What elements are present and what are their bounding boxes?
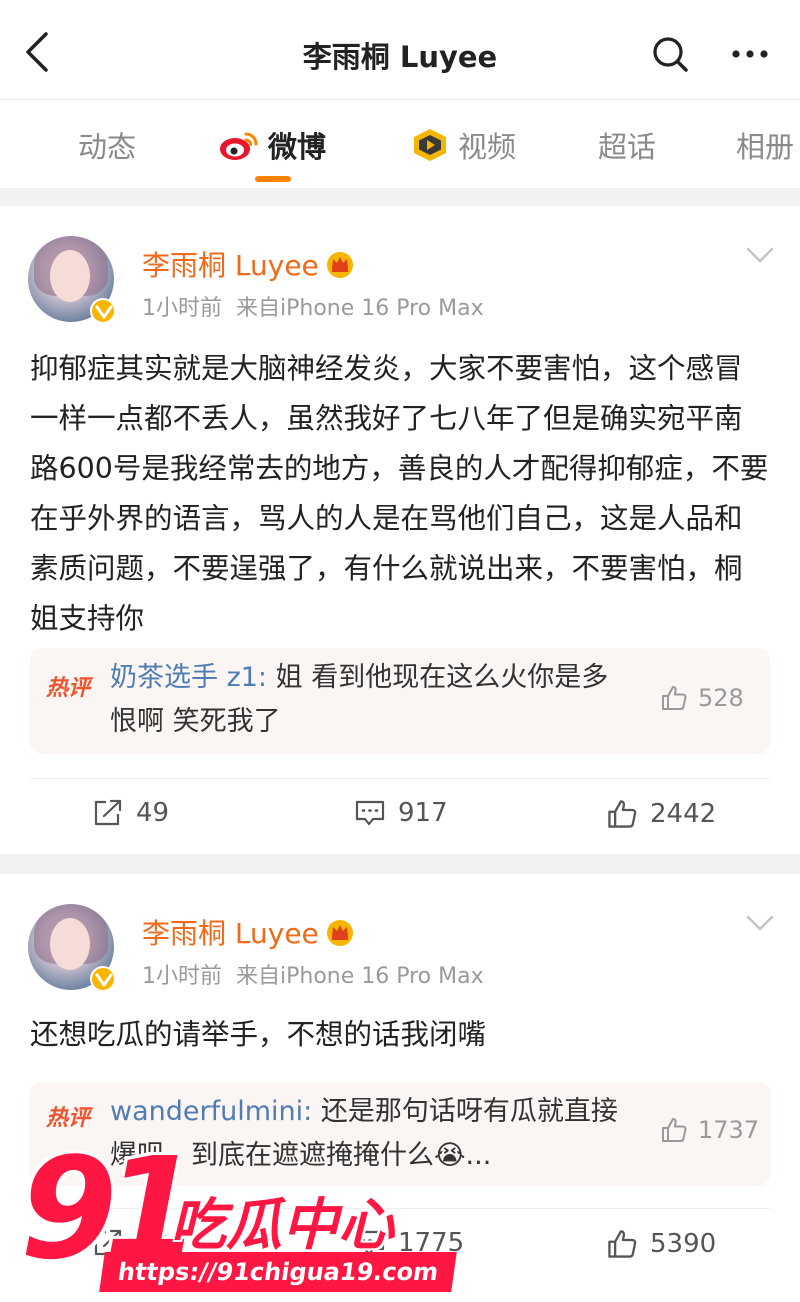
tab-label: 视频 <box>458 130 517 164</box>
post-meta: 1小时前 来自iPhone 16 Pro Max <box>142 290 484 322</box>
post-meta: 1小时前 来自iPhone 16 Pro Max <box>142 958 484 990</box>
like-button[interactable]: 5390 <box>606 1228 716 1260</box>
more-options-icon[interactable] <box>730 40 770 68</box>
tab-label: 超话 <box>598 130 657 164</box>
like-button[interactable]: 2442 <box>606 798 716 830</box>
hot-comment-like-count: 528 <box>698 684 744 712</box>
tab-label: 微博 <box>268 130 327 164</box>
post-author[interactable]: 李雨桐 Luyee <box>142 912 355 952</box>
post-content: 抑郁症其实就是大脑神经发炎，大家不要害怕，这个感冒一样一点都不丢人，虽然我好了七… <box>30 352 769 635</box>
verified-badge-icon <box>90 966 116 992</box>
watermark: 91 吃瓜中心 https://91chigua19.com <box>20 1140 458 1300</box>
tab-dynamic[interactable]: 动态 <box>78 124 136 166</box>
crown-icon <box>326 920 353 946</box>
hot-comment-like-count: 1737 <box>698 1116 760 1144</box>
hot-comment-user[interactable]: wanderfulmini: <box>110 1096 312 1127</box>
tab-supertopic[interactable]: 超话 <box>598 124 656 166</box>
tab-weibo[interactable]: 微博 <box>218 124 326 166</box>
tab-label: 动态 <box>78 130 137 164</box>
active-tab-indicator <box>255 176 291 182</box>
thumbs-up-icon <box>608 800 637 828</box>
hot-comment-tag-icon: 热评 <box>45 676 94 701</box>
hot-comment-tag-icon: 热评 <box>45 1106 94 1131</box>
hot-comment-like[interactable]: 1737 <box>660 1116 760 1144</box>
like-count: 2442 <box>650 799 717 829</box>
author-name: 李雨桐 Luyee <box>142 917 319 950</box>
comment-count: 917 <box>398 798 448 828</box>
chevron-down-icon[interactable] <box>746 914 774 932</box>
post-author[interactable]: 李雨桐 Luyee <box>142 244 355 284</box>
hot-comment[interactable]: 热评 奶茶选手 z1: 姐 看到他现在这么火你是多恨啊 笑死我了 528 <box>30 648 770 754</box>
author-name: 李雨桐 Luyee <box>142 249 319 282</box>
hot-comment-like[interactable]: 528 <box>660 684 760 712</box>
post-time: 1小时前 <box>142 964 222 989</box>
thumbs-up-icon <box>662 1118 687 1142</box>
search-icon[interactable] <box>650 34 690 74</box>
tab-album[interactable]: 相册 <box>736 124 794 166</box>
post-card: 李雨桐 Luyee 1小时前 来自iPhone 16 Pro Max 抑郁症其实就… <box>0 206 800 854</box>
verified-badge-icon <box>90 298 116 324</box>
post-source: 来自iPhone 16 Pro Max <box>236 964 484 989</box>
post-content: 还想吃瓜的请举手，不想的话我闭嘴 <box>30 1018 487 1051</box>
repost-button[interactable]: 49 <box>92 798 169 828</box>
tab-video[interactable]: 视频 <box>410 124 516 166</box>
hot-comment-text: 奶茶选手 z1: 姐 看到他现在这么火你是多恨啊 笑死我了 <box>110 656 630 744</box>
video-logo-icon <box>414 129 446 161</box>
hot-tag-label: 热评 <box>45 676 94 701</box>
thumbs-up-icon <box>608 1230 637 1258</box>
thumbs-up-icon <box>662 686 687 710</box>
post-time: 1小时前 <box>142 296 222 321</box>
watermark-url: https://91chigua19.com <box>99 1252 458 1292</box>
watermark-name: 吃瓜中心 <box>170 1193 394 1258</box>
chevron-down-icon[interactable] <box>746 246 774 264</box>
post-source: 来自iPhone 16 Pro Max <box>236 296 484 321</box>
crown-icon <box>326 252 353 278</box>
top-bar: 李雨桐 Luyee <box>0 0 800 100</box>
comment-icon <box>355 800 385 826</box>
profile-tabs: 动态 微博 视频 超话 相册 <box>0 100 800 188</box>
share-icon <box>94 799 122 826</box>
post-actions: 49 917 2442 <box>0 780 800 850</box>
divider <box>30 778 770 779</box>
hot-comment-user[interactable]: 奶茶选手 z1: <box>110 662 267 693</box>
repost-count: 49 <box>136 798 170 828</box>
tab-label: 相册 <box>736 130 795 164</box>
like-count: 5390 <box>650 1229 717 1259</box>
weibo-logo-icon <box>220 132 258 160</box>
comment-button[interactable]: 917 <box>354 798 448 828</box>
